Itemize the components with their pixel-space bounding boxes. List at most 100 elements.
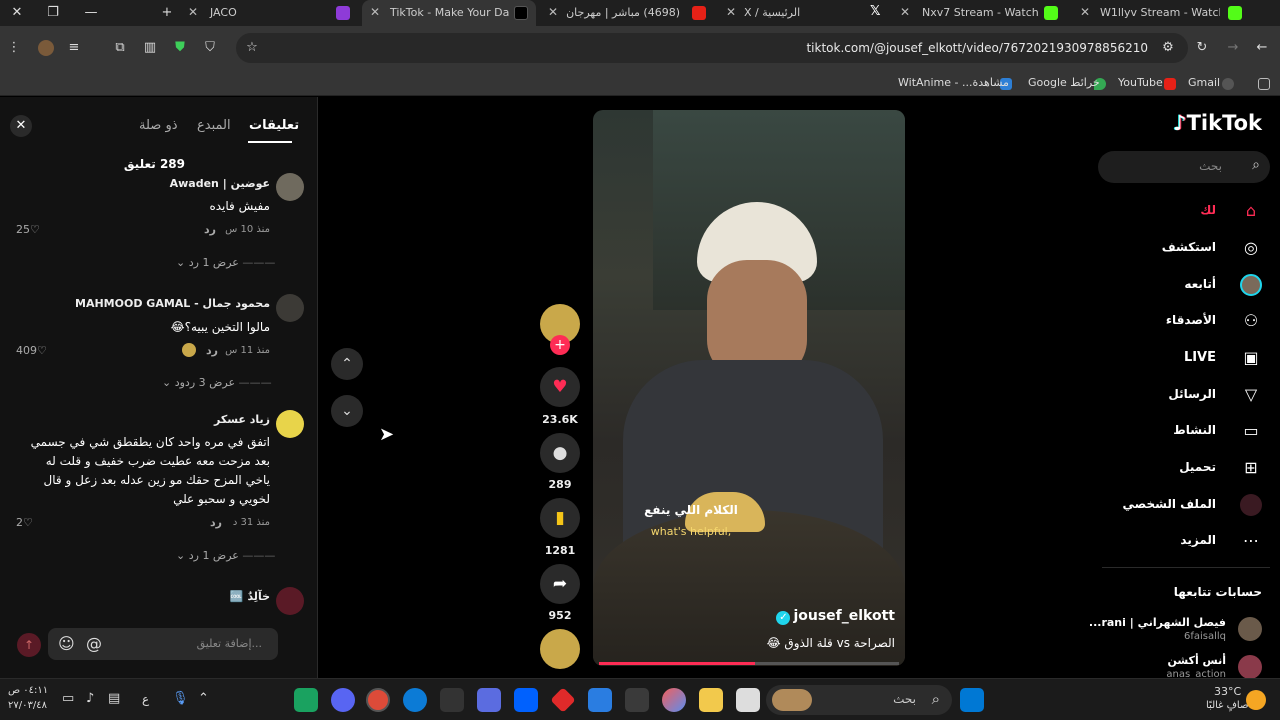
bookmark-maps[interactable]: خرائط Google xyxy=(1028,76,1100,89)
tab-search-icon[interactable]: ≡ xyxy=(66,40,82,56)
close-tab-icon[interactable]: ✕ xyxy=(370,5,380,19)
video-progress-track[interactable] xyxy=(599,662,899,665)
mail-icon[interactable] xyxy=(588,688,612,712)
comment-author[interactable]: خآلِدٌ 🆒 xyxy=(230,590,270,603)
video-player[interactable]: الكلام اللي ينفع what's helpful, ✓ jousef… xyxy=(593,110,905,666)
app-icon[interactable] xyxy=(736,688,760,712)
windows-start-icon[interactable] xyxy=(960,688,984,712)
close-tab-icon[interactable]: ✕ xyxy=(548,5,558,19)
nav-activity[interactable]: النشاط xyxy=(1173,423,1216,437)
reply-button[interactable]: رد xyxy=(210,516,222,529)
follow-plus-icon[interactable]: + xyxy=(550,335,570,355)
nav-friends[interactable]: الأصدقاء xyxy=(1166,313,1216,327)
tab-tiktok[interactable]: ✕ TikTok - Make Your Da xyxy=(362,0,536,26)
microphone-icon[interactable]: 🎙 xyxy=(172,691,189,706)
friends-icon[interactable]: ⚇ xyxy=(1240,310,1262,332)
reload-icon[interactable]: ↻ xyxy=(1194,40,1210,56)
comment-author[interactable]: عوضين | Awaden xyxy=(170,177,270,190)
avatar[interactable] xyxy=(276,410,304,438)
following-name[interactable]: فيصل الشهراني | rani... xyxy=(1089,616,1226,629)
home-icon[interactable]: ⌂ xyxy=(1240,200,1262,222)
address-bar[interactable]: ☆ tiktok.com/@jousef_elkott/video/767202… xyxy=(236,33,1188,63)
avatar[interactable] xyxy=(276,587,304,615)
tab-w1llyv[interactable]: ✕ W1llyv Stream - Watch Live xyxy=(1072,0,1248,26)
taskbar-search[interactable]: بحث ⌕ xyxy=(766,685,952,715)
extension-icon[interactable]: ▥ xyxy=(142,40,158,56)
next-video-button[interactable]: ⌄ xyxy=(331,395,363,427)
comment-input[interactable]: ☺ @ إضافة تعليق... xyxy=(48,628,278,660)
share-button[interactable]: ➦ xyxy=(540,564,580,604)
save-button[interactable]: ▮ xyxy=(540,498,580,538)
avatar[interactable] xyxy=(1238,617,1262,641)
language-indicator[interactable]: ع xyxy=(142,692,149,706)
nav-explore[interactable]: استكشف xyxy=(1162,240,1216,254)
close-tab-icon[interactable]: ✕ xyxy=(900,5,910,19)
new-tab-icon[interactable]: + xyxy=(158,5,176,21)
bookmark-youtube[interactable]: YouTube xyxy=(1118,76,1163,89)
chrome-icon[interactable] xyxy=(366,688,390,712)
nav-more[interactable]: المزيد xyxy=(1180,533,1216,547)
following-avatar-icon[interactable] xyxy=(1240,274,1262,296)
send-comment-icon[interactable]: ↑ xyxy=(17,633,41,657)
comment-author[interactable]: زياد عسكر xyxy=(214,413,270,426)
dropbox-icon[interactable] xyxy=(514,688,538,712)
tab-creator[interactable]: المبدع xyxy=(197,118,231,133)
bookmark-star-icon[interactable]: ☆ xyxy=(244,40,260,56)
bookmark-witanime[interactable]: مشاهدة... - WitAnime xyxy=(898,76,1009,89)
weather-desc[interactable]: صافٍ غالبًا xyxy=(1206,700,1248,711)
profile-avatar-icon[interactable] xyxy=(38,40,54,56)
clock-date[interactable]: ٢٧/٠٣/٤٨ xyxy=(8,700,47,711)
heart-icon[interactable]: ♡ xyxy=(30,223,40,236)
file-explorer-icon[interactable] xyxy=(699,688,723,712)
volume-icon[interactable]: ♪ xyxy=(86,691,94,706)
app-icon[interactable] xyxy=(294,688,318,712)
tab-nxv7[interactable]: ✕ Nxv7 Stream - Watch Live xyxy=(892,0,1068,26)
close-tab-icon[interactable]: ✕ xyxy=(726,5,736,19)
search-icon[interactable]: ⌕ xyxy=(1252,157,1260,173)
tab-jaco[interactable]: ✕ JACO xyxy=(180,0,360,26)
forward-icon[interactable]: → xyxy=(1225,40,1241,56)
nav-messages[interactable]: الرسائل xyxy=(1168,387,1216,401)
mention-icon[interactable]: @ xyxy=(86,634,102,653)
view-replies-button[interactable]: ——— عرض 1 رد ⌄ xyxy=(176,256,275,269)
app-icon[interactable] xyxy=(477,688,501,712)
shield-extension-icon[interactable]: ⛊ xyxy=(172,40,188,56)
author-handle[interactable]: ✓ jousef_elkott xyxy=(776,608,895,625)
following-name[interactable]: أنس أكشن xyxy=(1167,654,1226,667)
weather-temp[interactable]: 33°C xyxy=(1214,685,1241,698)
all-bookmarks-icon[interactable] xyxy=(1258,78,1270,90)
menu-dots-icon[interactable]: ⋮ xyxy=(6,40,22,56)
avatar[interactable] xyxy=(1238,655,1262,679)
heart-icon[interactable]: ♡ xyxy=(37,344,47,357)
nav-upload[interactable]: تحميل xyxy=(1179,460,1216,474)
more-icon[interactable]: ⋯ xyxy=(1240,530,1262,552)
tab-youtube-live[interactable]: ✕ (4698) مباشر | مهرجان xyxy=(540,0,716,26)
send-icon[interactable]: ▽ xyxy=(1240,384,1262,406)
epic-games-icon[interactable] xyxy=(440,688,464,712)
reply-button[interactable]: رد xyxy=(206,344,218,357)
close-window-icon[interactable]: ✕ xyxy=(8,5,26,21)
tab-related[interactable]: ذو صلة xyxy=(139,118,178,133)
minimize-window-icon[interactable]: — xyxy=(82,5,100,21)
previous-video-button[interactable]: ⌃ xyxy=(331,348,363,380)
music-disc-icon[interactable] xyxy=(540,629,580,669)
bookmark-gmail[interactable]: Gmail xyxy=(1188,76,1220,89)
nav-profile[interactable]: الملف الشخصي xyxy=(1123,497,1216,511)
message-icon[interactable]: ▭ xyxy=(1240,420,1262,442)
tab-x[interactable]: ✕ الرئيسية / X 𝕏 xyxy=(718,0,890,26)
battery-icon[interactable]: ▭ xyxy=(62,691,74,706)
comment-author[interactable]: محمود جمال - MAHMOOD GAMAL xyxy=(75,297,270,310)
nav-live[interactable]: LIVE xyxy=(1184,350,1216,365)
close-comments-icon[interactable]: ✕ xyxy=(10,115,32,137)
store-icon[interactable] xyxy=(625,688,649,712)
comment-button[interactable]: ● xyxy=(540,433,580,473)
app-icon[interactable] xyxy=(550,687,576,713)
avatar[interactable] xyxy=(276,294,304,322)
weather-sun-icon[interactable] xyxy=(1246,690,1266,710)
restore-window-icon[interactable]: ❐ xyxy=(44,5,62,21)
copilot-icon[interactable] xyxy=(662,688,686,712)
url-text[interactable]: tiktok.com/@jousef_elkott/video/76720219… xyxy=(806,41,1148,55)
edge-icon[interactable] xyxy=(403,688,427,712)
back-icon[interactable]: ← xyxy=(1254,40,1270,56)
view-replies-button[interactable]: ——— عرض 1 رد ⌄ xyxy=(176,549,275,562)
